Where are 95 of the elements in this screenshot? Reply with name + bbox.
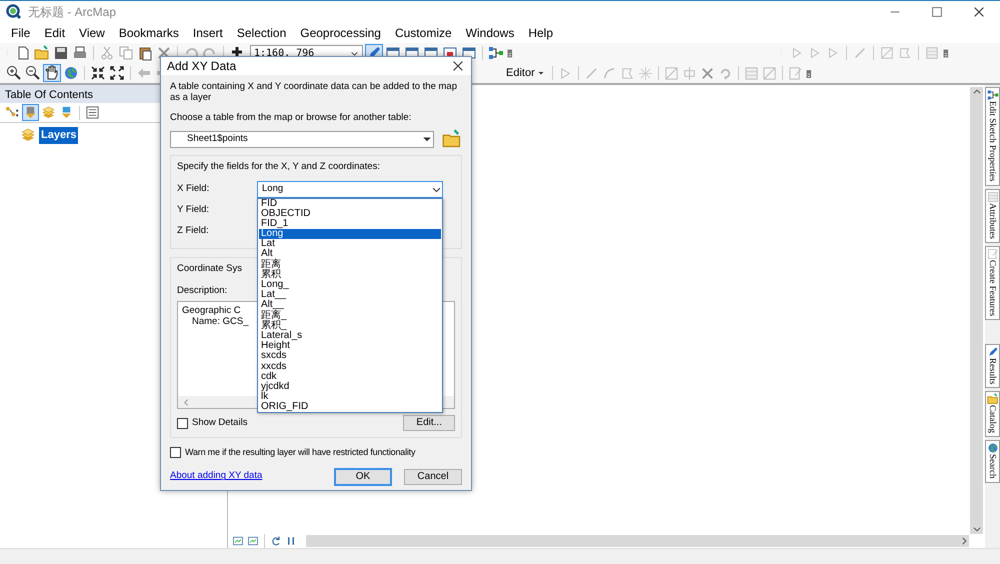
list-item[interactable]: ORIG_FID	[259, 402, 441, 412]
dock-tab[interactable]: Edit Sketch Properties	[985, 87, 1000, 186]
menu-item[interactable]: View	[72, 24, 112, 42]
layers-icon	[20, 127, 36, 144]
list-by-visibility-icon[interactable]	[41, 105, 56, 120]
refresh-icon[interactable]	[270, 535, 282, 547]
checkbox-label: Show Details	[192, 416, 248, 430]
caret-icon	[536, 69, 545, 77]
dock-tab[interactable]: Attributes	[985, 188, 1000, 242]
zoom-out-icon[interactable]	[25, 65, 41, 81]
paste-icon[interactable]	[137, 45, 153, 61]
editor-menu[interactable]: Editor	[504, 64, 547, 82]
data-view-icon[interactable]	[247, 535, 259, 547]
close-button[interactable]	[972, 4, 986, 18]
list-item[interactable]: cdk	[259, 372, 441, 382]
field-label: Description:	[177, 284, 228, 298]
menu-item[interactable]: Insert	[186, 24, 230, 42]
dock-tab[interactable]: Create Features	[985, 246, 1000, 320]
pause-icon[interactable]	[285, 535, 297, 547]
dialog-button[interactable]: OK	[334, 468, 392, 486]
field-label: X Field:	[177, 182, 210, 196]
cross-tool-icon[interactable]	[700, 66, 715, 80]
horizontal-scrollbar[interactable]	[306, 535, 969, 547]
app-logo-icon	[6, 4, 22, 20]
list-item[interactable]: FID_1	[259, 218, 441, 230]
table-combo[interactable]: Sheet1$points	[170, 130, 434, 148]
menu-item[interactable]: File	[4, 24, 38, 42]
menu-item[interactable]: Selection	[230, 24, 294, 42]
maximize-button[interactable]	[930, 4, 944, 18]
dock-tab[interactable]: Results	[985, 344, 1000, 388]
list-item[interactable]: Lat	[259, 239, 441, 250]
dialog-title: Add XY Data	[167, 58, 236, 75]
menu-item[interactable]: Customize	[388, 24, 459, 42]
list-item[interactable]: Alt__	[259, 300, 441, 311]
group-title: Specify the fields for the X, Y and Z coordinates:	[177, 160, 381, 174]
list-item[interactable]: OBJECTID	[259, 208, 441, 219]
list-item[interactable]: Lateral_s	[259, 330, 441, 342]
save-icon[interactable]	[53, 45, 69, 61]
checkbox[interactable]	[170, 447, 181, 458]
help-link[interactable]: About adding XY data	[170, 469, 262, 484]
menu-item[interactable]: Help	[521, 24, 560, 42]
checkbox[interactable]	[177, 418, 188, 428]
field-label: Choose a table from the map or browse for another table:	[170, 111, 412, 125]
list-item[interactable]: Height	[259, 341, 441, 352]
field-label: Y Field:	[177, 202, 210, 217]
tab-icon	[986, 89, 998, 101]
tab-icon	[986, 248, 998, 260]
delete-icon[interactable]	[156, 45, 172, 61]
window-title: 无标题 - ArcMap	[28, 4, 116, 20]
close-button[interactable]	[451, 59, 465, 73]
globe-icon[interactable]	[63, 65, 79, 81]
vertical-scrollbar[interactable]	[970, 87, 983, 534]
list-item[interactable]: 距离_	[259, 310, 441, 321]
list-item[interactable]: yjcdkd	[259, 382, 441, 392]
list-by-selection-icon[interactable]	[59, 105, 74, 120]
checkbox-label: Warn me if the resulting layer will have restricted functionality	[185, 446, 416, 459]
printer-icon[interactable]	[72, 45, 88, 61]
tree-item[interactable]: Layers	[39, 127, 78, 144]
tab-icon	[986, 346, 998, 358]
list-item[interactable]: sxcds	[259, 351, 441, 362]
browse-folder-button[interactable]	[442, 129, 462, 150]
list-item[interactable]: lk	[259, 392, 441, 402]
menu-item[interactable]: Edit	[37, 24, 72, 42]
list-by-source-icon[interactable]	[23, 105, 38, 120]
list-item[interactable]: FID	[259, 198, 441, 209]
list-item[interactable]: Long_	[259, 280, 441, 290]
dialog-button[interactable]: Cancel	[404, 468, 462, 484]
tab-icon	[986, 442, 998, 454]
list-item[interactable]: xxcds	[259, 362, 441, 372]
zoom-out-arrows-icon[interactable]	[109, 65, 125, 81]
list-item[interactable]: Alt	[259, 249, 441, 260]
x-field-combo[interactable]: Long	[257, 180, 443, 198]
tab-icon	[986, 190, 998, 202]
list-item[interactable]: 距离	[259, 260, 441, 270]
layout-view-icon[interactable]	[232, 535, 244, 547]
zoom-in-arrows-icon[interactable]	[90, 65, 106, 81]
field-label: Z Field:	[177, 224, 210, 238]
options-icon[interactable]	[85, 105, 100, 120]
pan-hand-icon[interactable]	[44, 65, 60, 81]
tab-icon	[986, 393, 998, 406]
menu-item[interactable]: Geoprocessing	[293, 24, 388, 42]
list-item[interactable]: 累积	[259, 270, 441, 280]
list-item[interactable]: Lat__	[259, 290, 441, 300]
dock-tab[interactable]: Search	[985, 440, 1000, 483]
zoom-in-icon[interactable]	[6, 65, 22, 81]
description-text: Geographic C	[182, 305, 241, 316]
list-item[interactable]: Long	[259, 229, 441, 240]
connector-icon[interactable]	[488, 45, 504, 61]
menu-item[interactable]: Windows	[458, 24, 522, 42]
list-item[interactable]: 累积_	[259, 320, 441, 331]
dock-tab[interactable]: Catalog	[985, 391, 1000, 438]
edit-button[interactable]: Edit...	[403, 415, 455, 431]
group-title: Coordinate Sys	[177, 262, 242, 276]
description-text: Name: GCS_	[191, 316, 248, 327]
menu-item[interactable]: Bookmarks	[112, 24, 186, 42]
